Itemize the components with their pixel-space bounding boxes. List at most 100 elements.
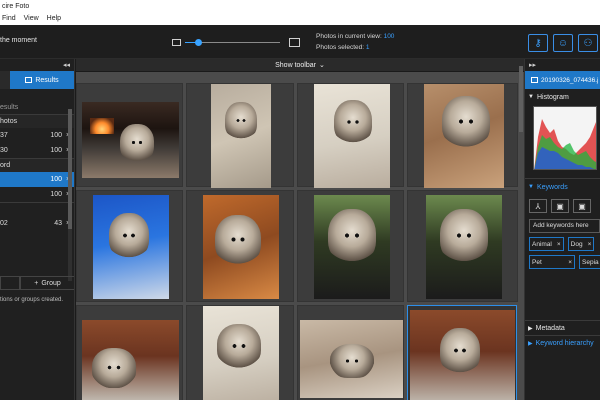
keyword-tag[interactable]: Animal ×	[529, 237, 564, 251]
photo-image	[314, 195, 390, 299]
add-group-label: Group	[41, 279, 61, 287]
left-panel: ◂◂ Results esults hotos 37 100 × 30 100 …	[0, 59, 75, 400]
result-row[interactable]: 100 ×	[0, 187, 74, 202]
result-row-count: 43	[54, 220, 62, 227]
photo-thumbnail[interactable]	[76, 190, 183, 302]
photo-thumbnail[interactable]	[297, 83, 404, 188]
keywords-title: Keywords	[536, 183, 568, 191]
collapse-left-button[interactable]: ◂◂	[0, 59, 74, 71]
empty-groups-message: tions or groups created.	[0, 297, 64, 303]
selected-count: 1	[365, 44, 370, 51]
menu-find[interactable]: Find	[2, 13, 16, 25]
remove-tag-icon[interactable]: ×	[557, 241, 561, 248]
grid-scrollbar-thumb[interactable]	[519, 66, 523, 132]
face-button[interactable]: ☺	[553, 34, 573, 52]
add-keywords-input[interactable]: Add keywords here	[529, 219, 600, 233]
photo-image	[426, 195, 502, 299]
dog-figure	[217, 324, 261, 368]
right-panel: ▸▸ 20190326_074436.j ▼ Histogram ▼ Keywo…	[524, 59, 600, 400]
photo-image	[211, 84, 271, 188]
menu-bar: Find View Help	[0, 13, 600, 25]
result-row-label: 37	[0, 132, 8, 139]
key-button[interactable]: ⚷	[528, 34, 548, 52]
add-group-button[interactable]: + Group	[20, 276, 74, 290]
people-icon: ⚇	[583, 37, 593, 49]
keyword-tag[interactable]: Pet ×	[529, 255, 575, 269]
histogram-title: Histogram	[536, 93, 569, 101]
section-photos: hotos	[0, 114, 74, 128]
photo-image	[203, 306, 279, 400]
left-scrollbar-thumb[interactable]	[68, 109, 72, 229]
menu-help[interactable]: Help	[47, 13, 61, 25]
keyword-tag-label: Pet	[532, 258, 542, 266]
people-button[interactable]: ⚇	[578, 34, 598, 52]
top-toolbar: the moment	[0, 25, 600, 59]
tab-results[interactable]: Results	[10, 71, 74, 89]
zoom-slider[interactable]	[185, 39, 280, 46]
photos-in-view: Photos in current view: 100	[316, 33, 394, 40]
photo-thumbnail[interactable]	[186, 83, 294, 188]
photos-selected: Photos selected: 1	[316, 44, 370, 51]
divider	[525, 178, 600, 179]
selected-filename: 20190326_074436.j	[541, 76, 599, 84]
keyword-tag-label: Dog	[570, 240, 583, 248]
show-toolbar-button[interactable]: Show toolbar ⌄	[76, 59, 524, 72]
photo-image	[300, 320, 403, 398]
photo-thumbnail[interactable]	[76, 83, 183, 187]
left-scrollbar[interactable]	[68, 109, 72, 281]
keyword-hierarchy-header[interactable]: ▶ Keyword hierarchy	[525, 336, 600, 350]
moment-label: the moment	[0, 37, 37, 44]
selected-label: Photos selected:	[316, 44, 365, 51]
photo-thumbnail[interactable]	[76, 305, 183, 400]
result-row[interactable]: 02 43 ×	[0, 216, 74, 231]
photo-thumbnail-selected[interactable]	[407, 305, 517, 400]
photo-thumbnail[interactable]	[186, 305, 294, 400]
double-chevron-right-icon: ▸▸	[529, 62, 537, 69]
double-chevron-left-icon: ◂◂	[62, 62, 70, 69]
image-file-icon	[531, 77, 538, 83]
photo-image	[410, 310, 515, 400]
import-keywords-button[interactable]: ▣	[551, 199, 569, 213]
dog-figure	[440, 328, 480, 374]
expand-right-button[interactable]: ▸▸	[525, 59, 600, 71]
result-row[interactable]: 37 100 ×	[0, 128, 74, 143]
keyword-tag-label: Animal	[532, 240, 552, 248]
tab-results-label: Results	[35, 76, 59, 84]
dog-figure	[442, 96, 490, 148]
result-row[interactable]: 30 100 ×	[0, 143, 74, 158]
photo-image	[314, 84, 390, 188]
show-toolbar-label: Show toolbar	[275, 61, 316, 69]
photo-thumbnail[interactable]	[186, 190, 294, 302]
group-bar-left-button[interactable]	[0, 276, 20, 290]
keywords-header[interactable]: ▼ Keywords	[525, 181, 600, 193]
result-row-count: 100	[50, 191, 62, 198]
photo-thumbnail[interactable]	[407, 190, 518, 302]
collapsed-sections: ▶ Metadata ▶ Keyword hierarchy	[525, 320, 600, 350]
photo-thumbnail[interactable]	[297, 190, 404, 302]
export-icon: ▣	[578, 201, 586, 211]
small-thumbnail-icon[interactable]	[172, 39, 181, 46]
selected-file-tab[interactable]: 20190326_074436.j	[525, 71, 600, 89]
histogram-graph	[534, 119, 596, 169]
keyword-tag[interactable]: Dog ×	[567, 237, 595, 251]
menu-view[interactable]: View	[24, 13, 39, 25]
large-thumbnail-icon[interactable]	[289, 38, 300, 47]
photo-thumbnail[interactable]	[407, 83, 518, 188]
photo-image	[424, 84, 504, 188]
tab-previous[interactable]	[0, 71, 10, 89]
export-keywords-button[interactable]: ▣	[573, 199, 591, 213]
metadata-header[interactable]: ▶ Metadata	[525, 321, 600, 335]
triangle-right-icon: ▶	[528, 325, 533, 332]
histogram-header[interactable]: ▼ Histogram	[525, 91, 600, 103]
photo-thumbnail[interactable]	[297, 305, 404, 400]
dog-figure	[440, 209, 488, 263]
remove-tag-icon[interactable]: ×	[588, 241, 592, 248]
keyword-tools: ⅄ ▣ ▣	[529, 199, 600, 213]
result-row-selected[interactable]: 100 ×	[0, 172, 74, 187]
remove-tag-icon[interactable]: ×	[568, 259, 572, 266]
hierarchy-keyword-button[interactable]: ⅄	[529, 199, 547, 213]
keyword-tag[interactable]: Sepia ×	[579, 255, 600, 269]
results-heading: esults	[0, 104, 19, 111]
key-icon: ⚷	[534, 37, 542, 49]
histogram-chart	[533, 106, 597, 170]
